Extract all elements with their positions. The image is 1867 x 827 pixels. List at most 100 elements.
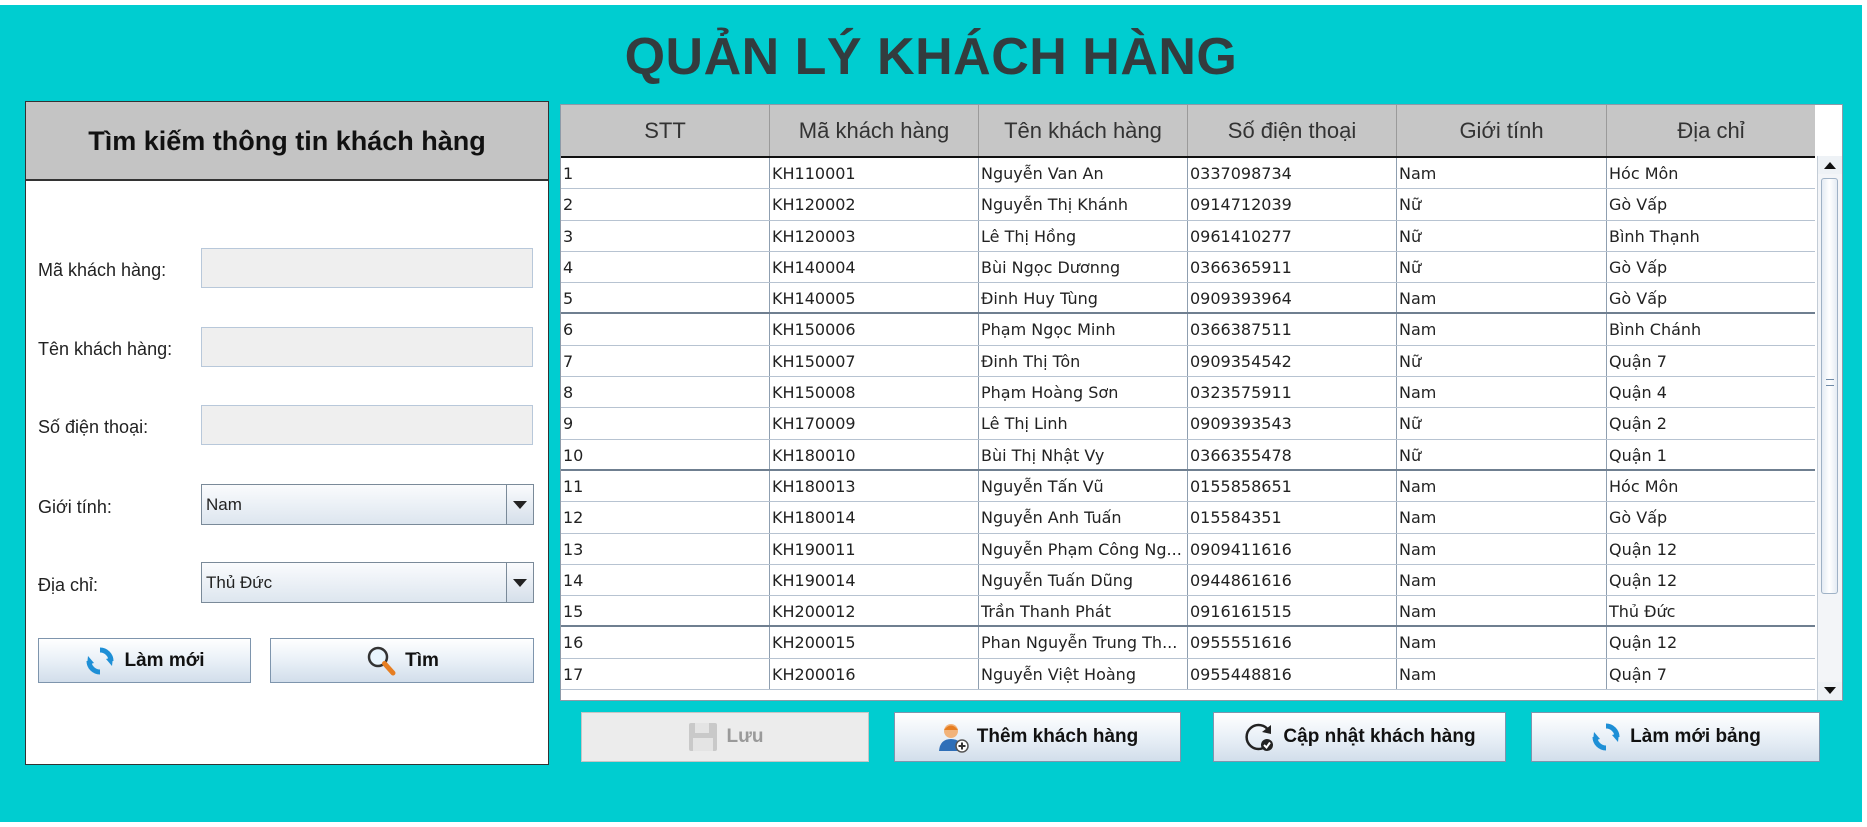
cell-phone[interactable]: 0955448816 [1188,658,1397,690]
cell-address[interactable]: Quận 12 [1607,534,1815,564]
cell-gender[interactable]: Nữ [1397,345,1607,377]
cell-stt[interactable]: 2 [561,189,770,220]
cell-customer-id[interactable]: KH150007 [770,345,979,377]
cell-address[interactable]: Quận 12 [1607,627,1815,657]
cell-phone[interactable]: 0914712039 [1188,189,1397,220]
find-button[interactable]: Tìm [270,638,534,683]
add-customer-button[interactable]: Thêm khách hàng [894,712,1181,762]
cell-gender[interactable]: Nam [1397,283,1607,313]
scrollbar-thumb[interactable] [1821,178,1838,594]
cell-customer-name[interactable]: Phan Nguyễn Trung Th... [979,627,1188,658]
column-header-gender[interactable]: Giới tính [1397,105,1607,156]
cell-gender[interactable]: Nam [1397,627,1607,658]
cell-customer-name[interactable]: Nguyễn Thị Khánh [979,189,1188,220]
cell-gender[interactable]: Nữ [1397,189,1607,220]
table-row[interactable]: 9 KH170009 Lê Thị Linh 0909393543 Nữ Quận 2 [561,408,1815,440]
customer-table[interactable]: STT Mã khách hàng Tên khách hàng Số điện… [560,104,1843,701]
cell-address[interactable]: Gò Vấp [1607,252,1815,282]
cell-phone[interactable]: 0366355478 [1188,439,1397,469]
cell-stt[interactable]: 13 [561,533,770,564]
cell-gender[interactable]: Nữ [1397,220,1607,251]
cell-gender[interactable]: Nữ [1397,251,1607,283]
cell-stt[interactable]: 15 [561,596,770,626]
column-header-stt[interactable]: STT [561,105,770,156]
cell-gender[interactable]: Nam [1397,314,1607,345]
cell-address[interactable]: Gò Vấp [1607,283,1815,312]
cell-address[interactable]: Quận 2 [1607,408,1815,438]
table-row[interactable]: 1 KH110001 Nguyễn Van An 0337098734 Nam Hóc M… [561,158,1815,190]
cell-address[interactable]: Quận 4 [1607,377,1815,407]
table-row[interactable]: 12 KH180014 Nguyễn Anh Tuấn 015584351 Nam Gò … [561,502,1815,534]
cell-customer-id[interactable]: KH180010 [770,439,979,469]
table-row[interactable]: 5 KH140005 Đinh Huy Tùng 0909393964 Nam Gò Vấ… [561,283,1815,315]
cell-phone[interactable]: 015584351 [1188,502,1397,533]
cell-gender[interactable]: Nam [1397,502,1607,533]
column-header-phone[interactable]: Số điện thoại [1188,105,1397,156]
cell-phone[interactable]: 0916161515 [1188,596,1397,626]
cell-phone[interactable]: 0155858651 [1188,470,1397,502]
cell-phone[interactable]: 0323575911 [1188,377,1397,408]
cell-customer-name[interactable]: Trần Thanh Phát [979,596,1188,626]
scroll-down-icon[interactable] [1818,682,1842,700]
table-row[interactable]: 2 KH120002 Nguyễn Thị Khánh 0914712039 Nữ Gò … [561,189,1815,221]
cell-stt[interactable]: 11 [561,470,770,502]
table-row[interactable]: 4 KH140004 Bùi Ngọc Dươnng 0366365911 Nữ Gò V… [561,251,1815,284]
cell-customer-id[interactable]: KH180014 [770,502,979,533]
cell-customer-id[interactable]: KH140005 [770,283,979,313]
table-row[interactable]: 16 KH200015 Phan Nguyễn Trung Th... 0955551… [561,627,1815,659]
cell-address[interactable]: Gò Vấp [1607,189,1815,219]
table-row[interactable]: 8 KH150008 Phạm Hoàng Sơn 0323575911 Nam Quận… [561,377,1815,409]
cell-customer-name[interactable]: Nguyễn Van An [979,158,1188,189]
cell-phone[interactable]: 0944861616 [1188,564,1397,596]
cell-customer-name[interactable]: Nguyễn Việt Hoàng [979,658,1188,690]
scroll-up-icon[interactable] [1818,156,1842,174]
cell-customer-name[interactable]: Đinh Thị Tôn [979,345,1188,377]
cell-customer-name[interactable]: Bùi Thị Nhật Vy [979,439,1188,469]
cell-customer-name[interactable]: Nguyễn Anh Tuấn [979,502,1188,533]
cell-stt[interactable]: 14 [561,564,770,596]
cell-stt[interactable]: 3 [561,220,770,251]
table-row[interactable]: 11 KH180013 Nguyễn Tấn Vũ 0155858651 Nam Hóc … [561,470,1815,503]
cell-stt[interactable]: 17 [561,658,770,690]
cell-stt[interactable]: 10 [561,439,770,469]
cell-stt[interactable]: 6 [561,314,770,345]
cell-customer-id[interactable]: KH150008 [770,377,979,408]
cell-phone[interactable]: 0366365911 [1188,251,1397,283]
cell-gender[interactable]: Nam [1397,564,1607,596]
gender-select[interactable]: Nam [201,484,534,525]
cell-customer-id[interactable]: KH180013 [770,470,979,502]
table-row[interactable]: 17 KH200016 Nguyễn Việt Hoàng 0955448816 Nam… [561,658,1815,691]
cell-phone[interactable]: 0955551616 [1188,627,1397,658]
column-header-address[interactable]: Địa chỉ [1607,105,1815,156]
cell-gender[interactable]: Nam [1397,658,1607,690]
cell-gender[interactable]: Nam [1397,470,1607,502]
cell-address[interactable]: Quận 7 [1607,659,1815,689]
chevron-down-icon[interactable] [506,485,533,524]
cell-customer-name[interactable]: Lê Thị Hồng [979,220,1188,251]
cell-customer-id[interactable]: KH120002 [770,189,979,220]
reload-table-button[interactable]: Làm mới bảng [1531,712,1820,762]
save-button[interactable]: Lưu [581,712,869,762]
cell-customer-id[interactable]: KH150006 [770,314,979,345]
cell-phone[interactable]: 0961410277 [1188,220,1397,251]
cell-customer-id[interactable]: KH190011 [770,533,979,564]
column-header-customer-name[interactable]: Tên khách hàng [979,105,1188,156]
cell-gender[interactable]: Nam [1397,533,1607,564]
cell-phone[interactable]: 0909393543 [1188,408,1397,439]
cell-address[interactable]: Hóc Môn [1607,158,1815,188]
cell-stt[interactable]: 1 [561,158,770,189]
vertical-scrollbar[interactable] [1817,156,1842,700]
chevron-down-icon[interactable] [506,563,533,602]
cell-customer-name[interactable]: Phạm Hoàng Sơn [979,377,1188,408]
cell-stt[interactable]: 16 [561,627,770,658]
customer-name-input[interactable] [201,327,533,367]
cell-customer-id[interactable]: KH110001 [770,158,979,189]
cell-customer-name[interactable]: Nguyễn Phạm Công Ng... [979,533,1188,564]
cell-gender[interactable]: Nữ [1397,439,1607,469]
cell-stt[interactable]: 12 [561,502,770,533]
cell-phone[interactable]: 0909411616 [1188,533,1397,564]
cell-customer-name[interactable]: Nguyễn Tuấn Dũng [979,564,1188,596]
cell-address[interactable]: Bình Thạnh [1607,221,1815,251]
cell-customer-name[interactable]: Lê Thị Linh [979,408,1188,439]
cell-customer-id[interactable]: KH190014 [770,564,979,596]
